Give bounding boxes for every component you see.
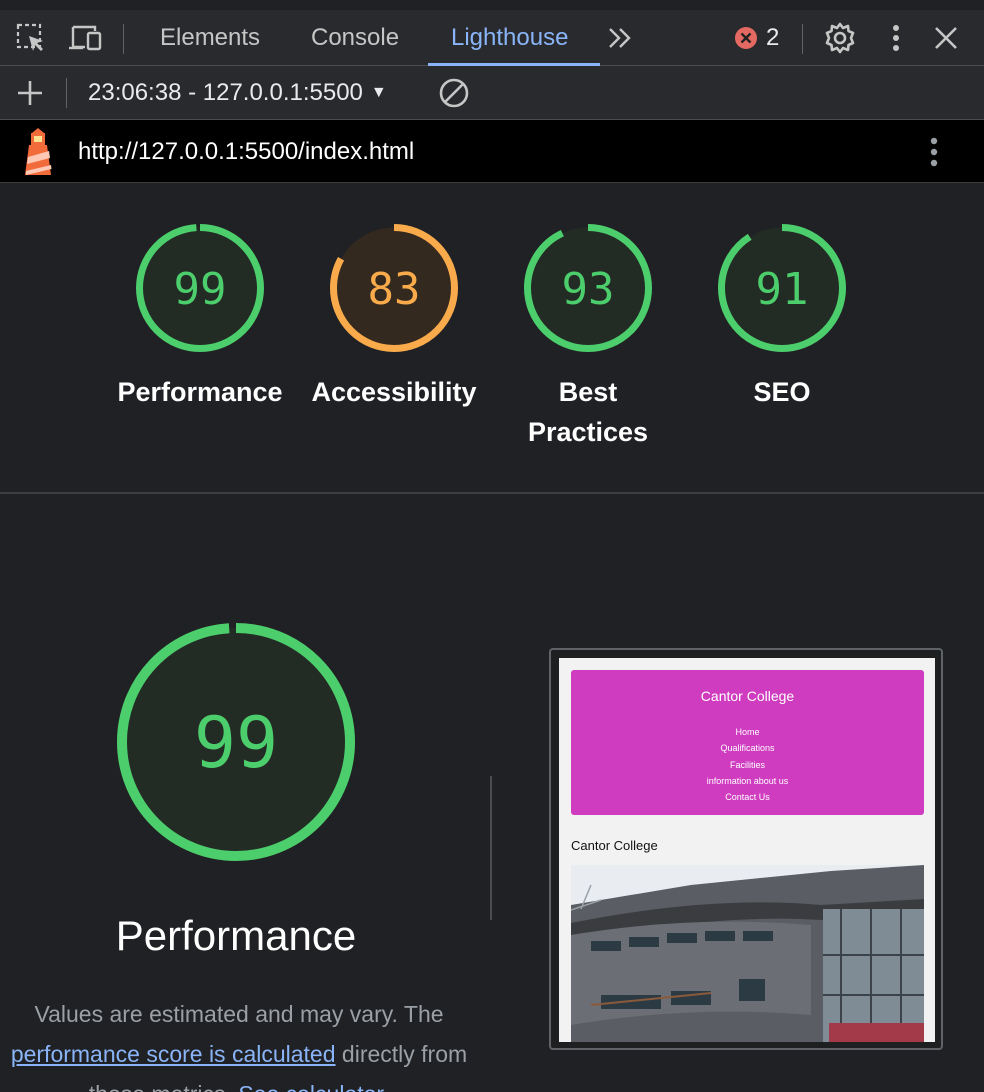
report-url[interactable]: http://127.0.0.1:5500/index.html	[78, 120, 414, 183]
settings-gear-icon[interactable]	[822, 10, 858, 66]
error-icon	[735, 27, 757, 49]
performance-score-link[interactable]: performance score is calculated	[11, 1041, 336, 1067]
score-label-line: Practices	[527, 417, 649, 447]
building-photo	[571, 865, 924, 1042]
score-label: Best Practices	[488, 372, 688, 452]
performance-description: Values are estimated and may vary. The p…	[0, 994, 484, 1092]
more-tabs-icon[interactable]	[604, 10, 636, 66]
score-label-line: SEO	[753, 377, 811, 407]
report-select[interactable]: 23:06:38 - 127.0.0.1:5500 ▼	[88, 66, 387, 120]
score-label: Accessibility	[294, 372, 494, 412]
score-gauge-seo[interactable]: 91	[717, 223, 847, 353]
performance-big-gauge: 99	[116, 622, 356, 862]
nav-item-facilities: Facilities	[729, 759, 765, 770]
report-select-label: 23:06:38 - 127.0.0.1:5500	[88, 79, 363, 106]
screenshot-page: Cantor College Home Qualifications Facil…	[559, 658, 935, 1042]
desc-line1: Values are estimated and may vary. The	[34, 1001, 444, 1027]
score-gauge-best-practices[interactable]: 93	[523, 223, 653, 353]
dropdown-caret-icon: ▼	[370, 84, 387, 101]
gauge-score: 91	[756, 264, 809, 315]
url-menu-icon[interactable]	[924, 120, 944, 183]
site-header: Cantor College Home Qualifications Facil…	[571, 670, 924, 815]
report-url-bar: http://127.0.0.1:5500/index.html	[0, 120, 984, 183]
close-icon[interactable]	[932, 10, 960, 66]
devtools-toolbar: Elements Console Lighthouse 2	[0, 0, 984, 66]
kebab-menu-icon[interactable]	[884, 10, 908, 66]
inspect-element-icon[interactable]	[14, 10, 48, 66]
toolbar-divider	[66, 78, 67, 108]
score-label: SEO	[682, 372, 882, 412]
score-label-line: Performance	[117, 377, 283, 407]
error-counter[interactable]: 2	[734, 10, 779, 66]
desc-line2: directly from	[341, 1041, 468, 1067]
nav-item-home: Home	[735, 727, 760, 737]
add-icon[interactable]	[16, 66, 44, 120]
lighthouse-logo-icon	[20, 120, 56, 183]
device-toggle-icon[interactable]	[68, 10, 106, 66]
gauge-score: 99	[194, 702, 278, 784]
section-divider	[0, 492, 984, 494]
tab-lighthouse[interactable]: Lighthouse	[451, 10, 568, 66]
desc-line3: these metrics.	[89, 1081, 232, 1092]
toolbar-divider	[123, 24, 124, 54]
score-label-line: Accessibility	[311, 377, 477, 407]
score-label-line: Best	[558, 377, 618, 407]
see-calculator-link[interactable]: See calculator.	[238, 1081, 389, 1092]
tab-console[interactable]: Console	[311, 10, 399, 66]
toolbar-divider	[802, 24, 803, 54]
nav-item-qualifications: Qualifications	[720, 743, 775, 754]
gauge-score: 93	[562, 264, 615, 315]
performance-title: Performance	[115, 912, 357, 959]
score-gauge-accessibility[interactable]: 83	[329, 223, 459, 353]
final-screenshot[interactable]: Cantor College Home Qualifications Facil…	[549, 648, 943, 1050]
site-heading: Cantor College	[571, 838, 658, 853]
gauge-score: 83	[368, 264, 421, 315]
error-count: 2	[766, 24, 780, 51]
detail-divider	[490, 776, 492, 920]
score-label: Performance	[100, 372, 300, 412]
nav-item-about: information about us	[706, 775, 789, 786]
score-gauge-performance[interactable]: 99	[135, 223, 265, 353]
clear-icon[interactable]	[438, 66, 470, 120]
site-nav: Home Qualifications Facilities informati…	[571, 724, 924, 805]
site-title: Cantor College	[700, 688, 795, 704]
nav-item-contact: Contact Us	[725, 792, 770, 803]
tab-elements[interactable]: Elements	[160, 10, 260, 66]
lighthouse-toolbar: 23:06:38 - 127.0.0.1:5500 ▼	[0, 66, 984, 120]
gauge-score: 99	[174, 264, 227, 315]
